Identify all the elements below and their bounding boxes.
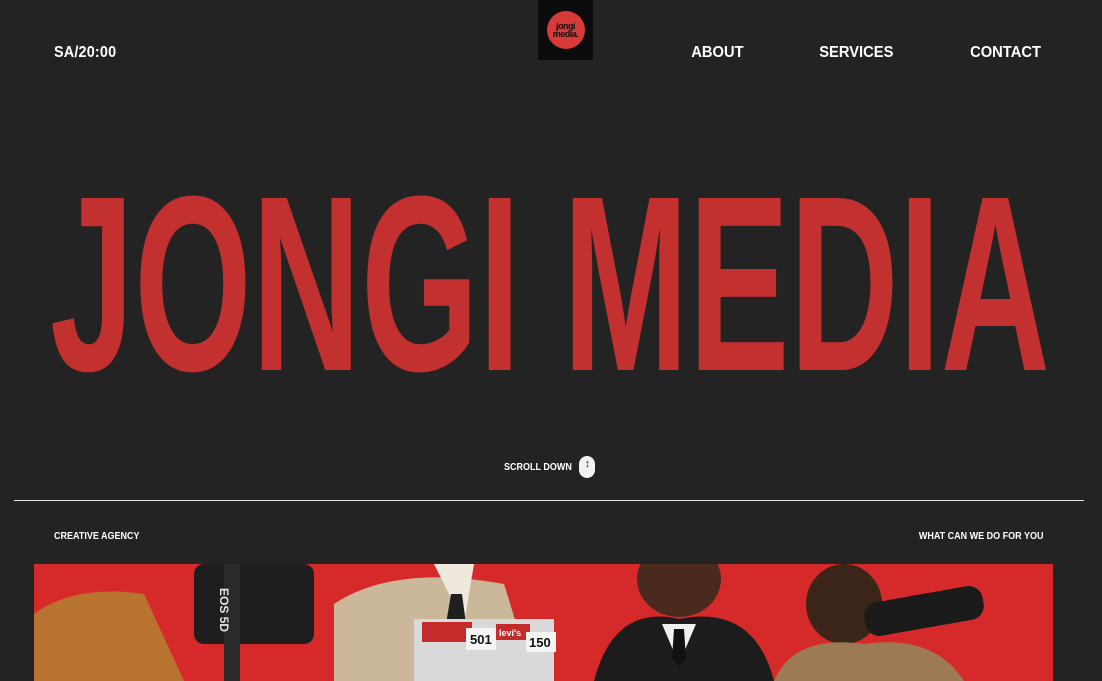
camera-label: EOS 5D [217,588,231,632]
nav-about-link[interactable]: ABOUT [692,44,744,62]
scroll-down-label: SCROLL DOWN [504,461,572,473]
scroll-down-indicator[interactable]: SCROLL DOWN [504,456,596,478]
sticker-501: 501 [470,632,492,647]
section-divider [14,500,1084,501]
sticker-levis: levi's [499,628,521,638]
services-intro-label[interactable]: WHAT CAN WE DO FOR YOU [919,531,1044,542]
main-nav: ABOUT SERVICES CONTACT [689,44,1044,62]
time-display: SA/20:00 [54,44,117,61]
logo[interactable]: jongi media. [538,0,593,60]
team-photo-illustration: EOS 5D 501 levi's 150 [34,564,1053,681]
hero-title: JONGI MEDIA [50,144,1050,423]
team-photo: EOS 5D 501 levi's 150 [34,564,1053,681]
logo-text-line2: media. [552,29,579,39]
logo-mark: jongi media. [546,11,585,49]
nav-contact-link[interactable]: CONTACT [970,44,1041,62]
hero-title-text: JONGI MEDIA [50,144,1050,423]
mouse-icon [579,456,596,478]
sticker-150: 150 [529,635,551,650]
creative-agency-label: CREATIVE AGENCY [54,531,140,542]
nav-services-link[interactable]: SERVICES [820,44,894,62]
